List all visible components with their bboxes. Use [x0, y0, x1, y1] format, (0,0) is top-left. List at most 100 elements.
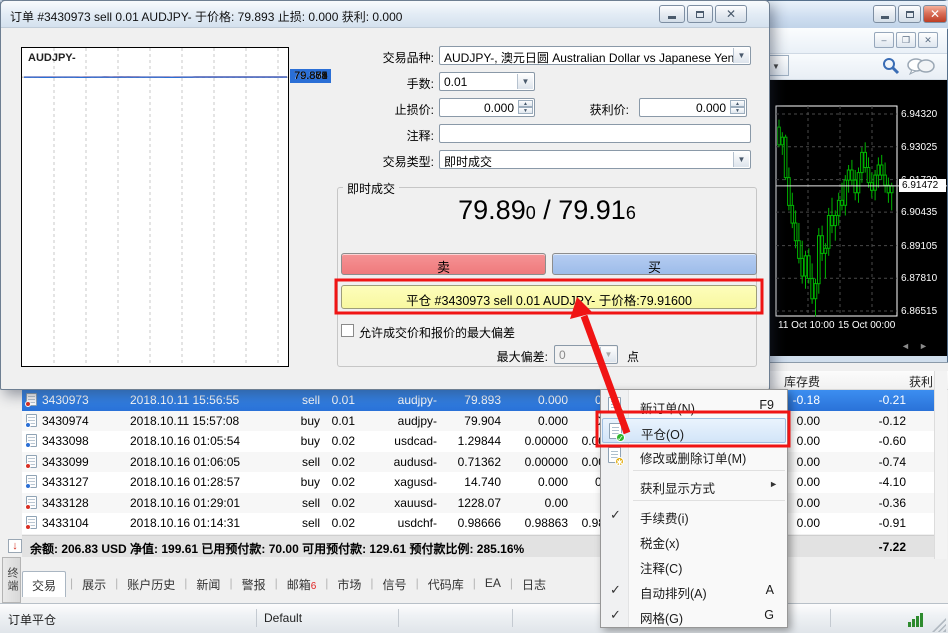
menu-item-new-order[interactable]: +新订单(N)F9 [602, 393, 786, 418]
order-row[interactable]: 34309732018.10.11 15:56:55sell0.01audjpy… [22, 390, 934, 411]
spin-up-icon[interactable]: ▲ [730, 100, 745, 107]
cell-time: 2018.10.16 01:14:31 [130, 516, 256, 530]
menu-shortcut: A [766, 583, 774, 597]
buy-button[interactable]: 买 [552, 253, 757, 275]
tab-0[interactable]: 交易 [22, 571, 66, 597]
tab-9[interactable]: EA [476, 571, 510, 597]
tab-3[interactable]: 新闻 [187, 571, 229, 597]
sell-button[interactable]: 卖 [341, 253, 546, 275]
cell-symbol: audusd- [358, 455, 437, 469]
cell-symbol: audjpy- [358, 393, 437, 407]
menu-item-profit-display-mode[interactable]: 获利显示方式► [602, 473, 786, 498]
dialog-restore-button[interactable] [687, 5, 713, 23]
tab-2[interactable]: 账户历史 [118, 571, 184, 597]
menu-item-grid[interactable]: ✓网格(G)G [602, 603, 786, 628]
status-left-text: 订单平仓 [8, 611, 56, 628]
tab-7[interactable]: 信号 [374, 571, 416, 597]
table-scrollbar[interactable] [934, 371, 947, 559]
maximize-icon [906, 11, 914, 18]
menu-item-commissions[interactable]: ✓手续费(i) [602, 503, 786, 528]
tab-1[interactable]: 展示 [73, 571, 115, 597]
menu-separator [633, 470, 785, 471]
symbol-select[interactable]: AUDJPY-, 澳元日圆 Australian Dollar vs Japan… [439, 46, 751, 65]
child-minimize-button[interactable]: – [874, 32, 894, 48]
menu-item-modify-delete-order[interactable]: ✱修改或删除订单(M) [602, 443, 786, 468]
order-row[interactable]: 34331042018.10.16 01:14:31sell0.02usdchf… [22, 513, 934, 534]
bg-axis-label: 6.94320 [901, 109, 937, 120]
menu-item-label: 获利显示方式 [640, 478, 715, 497]
order-row[interactable]: 34331272018.10.16 01:28:57buy0.02xagusd-… [22, 472, 934, 493]
cell-order: 3433127 [42, 475, 104, 489]
cell-sl: 0.00000 [504, 434, 568, 448]
dialog-minimize-button[interactable] [659, 5, 685, 23]
menu-item-label: 平仓(O) [641, 424, 684, 443]
volume-value: 0.01 [444, 75, 467, 89]
menu-item-label: 手续费(i) [640, 508, 689, 527]
order-row[interactable]: 3433099 2018.10.16 01:06:05 sell0.02audusd… [22, 452, 934, 473]
main-minimize-button[interactable] [873, 5, 896, 23]
close-position-button[interactable]: 平仓 #3430973 sell 0.01 AUDJPY- 于价格:79.916… [341, 285, 757, 309]
cell-type: sell [262, 455, 320, 469]
tab-8[interactable]: 代码库 [419, 571, 473, 597]
tab-5[interactable]: 邮箱6 [278, 571, 326, 597]
terminal-dock-tab[interactable]: 终端 [2, 557, 21, 603]
volume-select[interactable]: 0.01 ▼ [439, 72, 535, 91]
search-icon[interactable] [882, 57, 900, 75]
spinner-buttons: ▲▼ [730, 100, 745, 115]
menu-item-tax[interactable]: 税金(x) [602, 528, 786, 553]
menu-item-label: 注释(C) [640, 558, 682, 577]
main-close-button[interactable]: ✕ [923, 5, 947, 23]
menu-item-comments[interactable]: 注释(C) [602, 553, 786, 578]
spin-down-icon[interactable]: ▼ [730, 107, 745, 114]
cell-order: 3430973 [42, 393, 104, 407]
dialog-titlebar[interactable]: 订单 #3430973 sell 0.01 AUDJPY- 于价格: 79.89… [1, 1, 769, 28]
cell-time: 2018.10.16 01:06:05 [130, 455, 256, 469]
comment-input[interactable] [439, 124, 751, 143]
chevron-down-icon: ▼ [600, 347, 616, 362]
order-type-label: 交易类型: [334, 153, 434, 170]
dialog-close-button[interactable]: ✕ [715, 5, 747, 23]
tab-6[interactable]: 市场 [328, 571, 370, 597]
child-close-button[interactable]: ✕ [918, 32, 938, 48]
tab-4[interactable]: 警报 [233, 571, 275, 597]
chat-icon[interactable] [906, 57, 936, 75]
cell-lots: 0.01 [322, 393, 355, 407]
status-divider [830, 609, 831, 627]
chart-scroll-left-icon[interactable]: ◄ [901, 341, 910, 351]
main-maximize-button[interactable] [898, 5, 921, 23]
stop-loss-value: 0.000 [484, 101, 514, 115]
cell-symbol: audjpy- [358, 414, 437, 428]
cell-type: sell [262, 393, 320, 407]
terminal-tabs: 交易|展示|账户历史|新闻|警报|邮箱6|市场|信号|代码库|EA|日志 [22, 571, 934, 599]
order-row[interactable]: 34331282018.10.16 01:29:01sell0.02xauusd… [22, 493, 934, 514]
cell-lots: 0.02 [322, 455, 355, 469]
cell-sl: 0.00000 [504, 455, 568, 469]
background-candle-chart[interactable]: 6.943206.930256.917206.904356.891056.878… [770, 80, 947, 356]
take-profit-input[interactable]: 0.000 ▲▼ [639, 98, 747, 117]
tab-10[interactable]: 日志 [513, 571, 555, 597]
stop-loss-input[interactable]: 0.000 ▲▼ [439, 98, 535, 117]
status-profile[interactable]: Default [264, 611, 302, 625]
cell-time: 2018.10.16 01:05:54 [130, 434, 256, 448]
cell-price: 14.740 [440, 475, 501, 489]
resize-grip[interactable] [932, 618, 946, 632]
cell-symbol: usdchf- [358, 516, 437, 530]
deviation-checkbox[interactable] [341, 324, 354, 337]
order-sell-icon [26, 496, 37, 509]
order-row[interactable]: 34309742018.10.11 15:57:08buy0.01audjpy-… [22, 411, 934, 432]
tick-chart[interactable]: AUDJPY- [21, 47, 289, 367]
order-row[interactable]: 34330982018.10.16 01:05:54buy0.02usdcad-… [22, 431, 934, 452]
menu-item-close-position[interactable]: ✓平仓(O) [602, 418, 786, 443]
cell-order: 3433099 [42, 455, 104, 469]
menu-shortcut: G [764, 608, 774, 622]
cell-symbol: usdcad- [358, 434, 437, 448]
chart-scroll-right-icon[interactable]: ► [919, 341, 928, 351]
cell-lots: 0.02 [322, 516, 355, 530]
order-type-select[interactable]: 即时成交 ▼ [439, 150, 751, 169]
bg-axis-label: 6.86515 [901, 306, 937, 317]
menu-item-auto-arrange[interactable]: ✓自动排列(A)A [602, 578, 786, 603]
child-restore-button[interactable]: ❒ [896, 32, 916, 48]
cell-price: 1.29844 [440, 434, 501, 448]
total-profit: -7.22 [822, 540, 906, 554]
cell-sl: 0.00 [504, 496, 568, 510]
